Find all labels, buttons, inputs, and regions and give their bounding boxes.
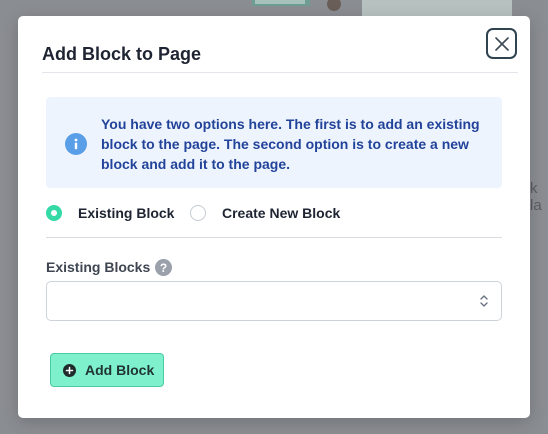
radio-checked-icon[interactable] <box>46 205 62 221</box>
close-button[interactable] <box>486 28 517 59</box>
radio-unchecked-icon[interactable] <box>190 205 206 221</box>
info-text: You have two options here. The first is … <box>101 116 480 172</box>
radio-label-create-new-block: Create New Block <box>222 205 341 221</box>
info-icon <box>65 133 87 155</box>
add-block-button[interactable]: Add Block <box>50 353 164 387</box>
radio-create-new-block[interactable]: Create New Block <box>190 205 340 221</box>
header-divider <box>42 72 518 73</box>
radio-label-existing-block: Existing Block <box>78 205 175 221</box>
section-divider <box>46 237 502 238</box>
background-text: k la <box>530 180 542 214</box>
block-source-options: Existing Block Create New Block <box>46 205 516 225</box>
radio-existing-block[interactable]: Existing Block <box>46 205 174 221</box>
existing-blocks-select[interactable] <box>46 281 502 321</box>
plus-circle-icon <box>63 363 76 377</box>
add-block-modal: Add Block to Page You have two options h… <box>18 16 530 418</box>
modal-title: Add Block to Page <box>42 44 202 64</box>
close-icon <box>494 36 509 51</box>
add-block-label: Add Block <box>85 362 155 378</box>
chevron-up-down-icon <box>480 295 488 307</box>
help-icon[interactable]: ? <box>155 259 172 276</box>
info-notice: You have two options here. The first is … <box>46 97 502 188</box>
existing-blocks-label: Existing Blocks <box>46 259 151 275</box>
background-illustration <box>252 0 341 11</box>
